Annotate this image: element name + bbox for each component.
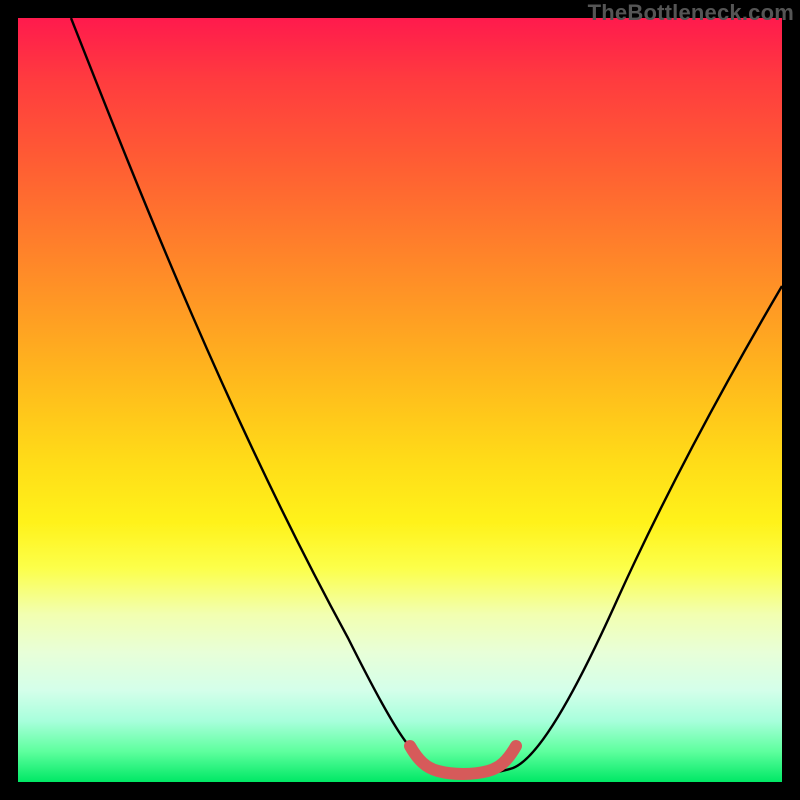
trough-highlight	[410, 746, 516, 774]
curve-svg	[18, 18, 782, 782]
bottleneck-curve	[71, 18, 782, 774]
chart-frame: TheBottleneck.com	[0, 0, 800, 800]
watermark-text: TheBottleneck.com	[588, 0, 794, 26]
plot-area	[18, 18, 782, 782]
